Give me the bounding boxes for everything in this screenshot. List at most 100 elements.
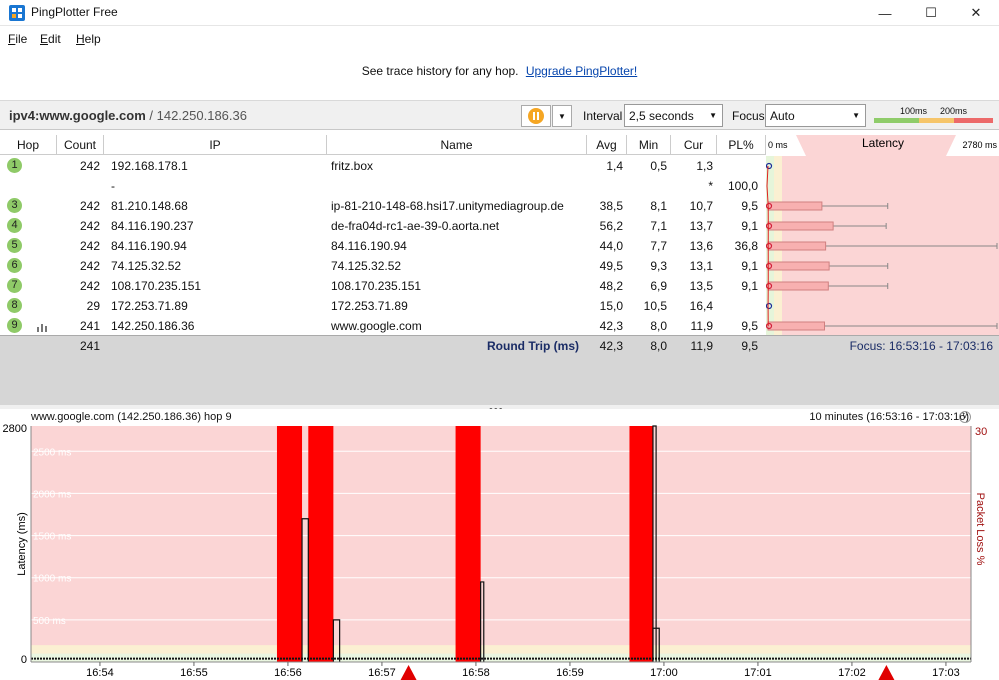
cell-pl: 9,1 [741, 219, 758, 233]
x-tick-label: 16:55 [180, 667, 208, 679]
scale-bad-bar [954, 118, 993, 123]
latency-max-label: 2780 ms [962, 140, 997, 150]
x-tick-label: 17:03 [932, 667, 960, 679]
cell-min: 8,1 [650, 199, 667, 213]
cell-ip: 108.170.235.151 [111, 279, 202, 293]
x-tick-label: 16:54 [86, 667, 114, 679]
interval-value: 2,5 seconds [629, 109, 694, 123]
col-header-cur[interactable]: Cur [671, 135, 717, 155]
x-tick-label: 17:01 [744, 667, 772, 679]
cell-min: 0,5 [650, 159, 667, 173]
cell-ip: - [111, 179, 115, 193]
cell-name: 172.253.71.89 [331, 299, 408, 313]
table-row[interactable]: 6 242 74.125.32.52 74.125.32.52 49,5 9,3 13,1 9… [0, 256, 766, 276]
latency-bg [766, 135, 999, 335]
cell-count: 242 [79, 159, 100, 173]
col-header-ip[interactable]: IP [104, 135, 327, 155]
menu-edit[interactable]: Edit [40, 32, 61, 46]
summary-count: 241 [79, 339, 100, 353]
table-row[interactable]: 3 242 81.210.148.68 ip-81-210-148-68.hsi17.… [0, 196, 766, 216]
menu-help[interactable]: Help [76, 32, 101, 46]
col-header-pl[interactable]: PL% [717, 135, 766, 155]
trace-target[interactable]: ipv4:www.google.com / 142.250.186.36 [9, 108, 247, 123]
latency-box [767, 241, 827, 251]
bar-chart-icon[interactable] [36, 322, 48, 332]
menu-file[interactable]: File [8, 32, 27, 46]
cell-name: fritz.box [331, 159, 374, 173]
timeline-panel: www.google.com (142.250.186.36) hop 9 10… [0, 409, 999, 680]
cell-cur: 1,3 [696, 159, 713, 173]
interval-select[interactable]: 2,5 seconds ▼ [624, 104, 723, 127]
pause-icon [528, 108, 544, 124]
trace-options-dropdown[interactable]: ▼ [552, 105, 572, 127]
upgrade-link[interactable]: Upgrade PingPlotter! [526, 64, 637, 78]
upgrade-banner: See trace history for any hop. Upgrade P… [0, 64, 999, 78]
focus-label: Focus [732, 109, 765, 123]
target-host: ipv4:www.google.com [9, 108, 146, 123]
close-button[interactable]: ✕ [953, 0, 999, 26]
pause-button[interactable] [521, 105, 551, 127]
latency-header: Latency [862, 136, 904, 150]
cell-pl: 9,1 [741, 279, 758, 293]
latency-box [767, 221, 834, 231]
scale-100-label: 100ms [900, 106, 928, 116]
focus-select[interactable]: Auto ▼ [765, 104, 866, 127]
col-header-avg[interactable]: Avg [587, 135, 627, 155]
promo-text: See trace history for any hop. [361, 64, 519, 78]
cell-name: de-fra04d-rc1-ae-39-0.aorta.net [331, 219, 500, 233]
cell-count: 241 [79, 319, 100, 333]
cell-min: 10,5 [643, 299, 667, 313]
col-header-name[interactable]: Name [327, 135, 587, 155]
cell-avg: 1,4 [606, 159, 623, 173]
table-row[interactable]: 9 241 142.250.186.36 www.google.com 42,3 8,0 1… [0, 316, 766, 336]
table-row[interactable]: 7 242 108.170.235.151 108.170.235.151 48,2 6,… [0, 276, 766, 296]
cell-count: 242 [79, 199, 100, 213]
cell-min: 7,1 [650, 219, 667, 233]
timeline-chart[interactable]: 2500 ms 2000 ms 1500 ms 1000 ms 500 ms 16:54 1… [0, 409, 999, 680]
col-header-count[interactable]: Count [57, 135, 104, 155]
cell-pl: 36,8 [734, 239, 758, 253]
cell-ip: 84.116.190.94 [111, 239, 187, 253]
col-header-hop[interactable]: Hop [0, 135, 57, 155]
table-row[interactable]: - * 100,0 [0, 176, 766, 196]
cell-min: 9,3 [650, 259, 667, 273]
cell-avg: 49,5 [599, 259, 623, 273]
table-row[interactable]: 1 242 192.168.178.1 fritz.box 1,4 0,5 1,3 [0, 156, 766, 176]
table-row[interactable]: 5 242 84.116.190.94 84.116.190.94 44,0 7,7 13,… [0, 236, 766, 256]
target-separator: / [145, 108, 157, 123]
minimize-button[interactable]: — [862, 0, 908, 26]
col-header-min[interactable]: Min [627, 135, 671, 155]
scale-warn-bar [919, 118, 954, 123]
latency-graph-column[interactable]: 0 ms Latency 2780 ms [766, 135, 999, 335]
latency-box [767, 261, 830, 271]
cell-hop: 9 [7, 318, 22, 333]
latency-zone-warn [31, 645, 971, 654]
cell-name: ip-81-210-148-68.hsi17.unitymediagroup.d… [331, 199, 564, 213]
x-tick-label: 16:59 [556, 667, 584, 679]
latency-zone-bad [31, 426, 971, 662]
cell-ip: 142.250.186.36 [111, 319, 195, 333]
maximize-button[interactable]: ☐ [908, 0, 954, 26]
cell-avg: 42,3 [599, 319, 623, 333]
summary-pl: 9,5 [741, 339, 758, 353]
x-tick-label: 17:02 [838, 667, 866, 679]
chevron-down-icon: ▼ [558, 111, 566, 121]
cell-cur: 11,9 [690, 319, 713, 333]
cell-cur: * [708, 179, 713, 193]
latency-scale-legend: 100ms 200ms [874, 106, 993, 126]
cell-count: 242 [79, 219, 100, 233]
packet-loss-bar [308, 426, 334, 662]
cell-pl: 100,0 [727, 179, 758, 193]
cell-avg: 38,5 [599, 199, 623, 213]
grid-label: 500 ms [33, 616, 66, 627]
y-axis-label: Latency (ms) [16, 512, 28, 576]
cell-ip: 84.116.190.237 [111, 219, 194, 233]
scale-200-label: 200ms [940, 106, 968, 116]
table-row[interactable]: 8 29 172.253.71.89 172.253.71.89 15,0 10,5 16,… [0, 296, 766, 316]
cell-cur: 13,1 [689, 259, 713, 273]
cell-min: 7,7 [650, 239, 667, 253]
range-chevron-icon[interactable]: ˅ [959, 411, 971, 423]
table-row[interactable]: 4 242 84.116.190.237 de-fra04d-rc1-ae-39-0.… [0, 216, 766, 236]
latency-box [767, 281, 829, 291]
summary-focus: Focus: 16:53:16 - 17:03:16 [849, 339, 993, 353]
